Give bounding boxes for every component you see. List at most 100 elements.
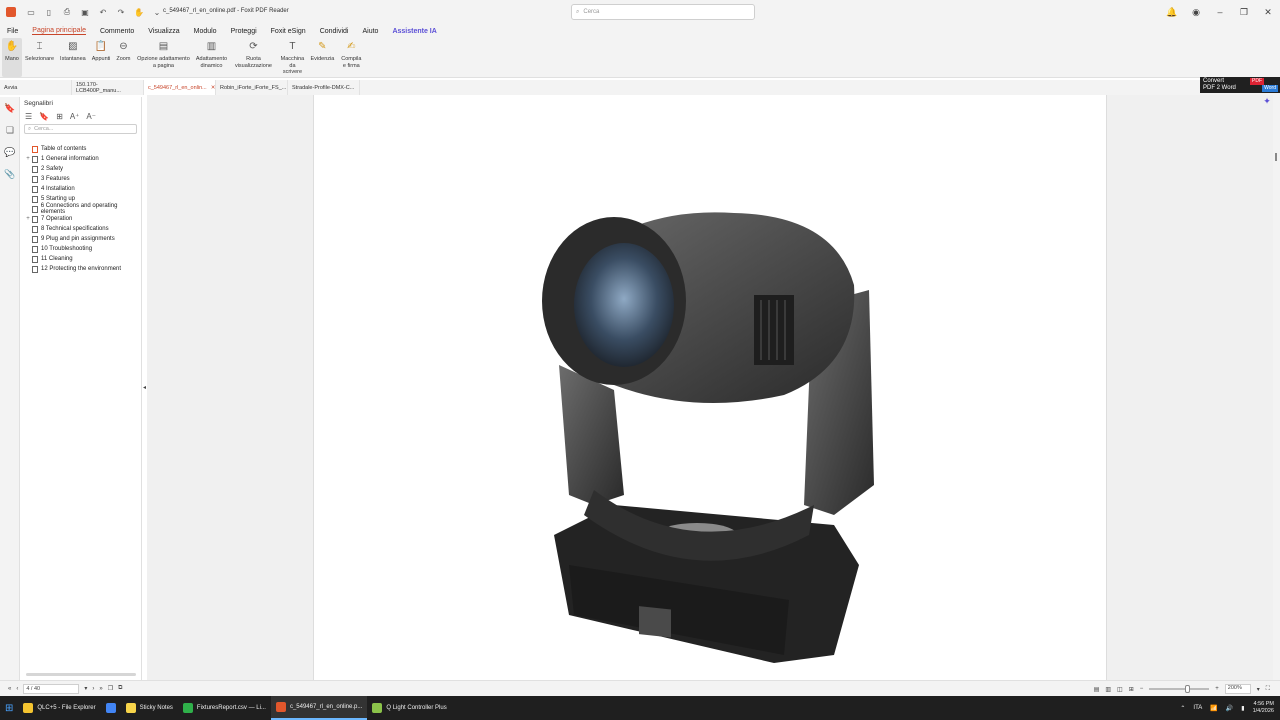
menu-help[interactable]: Aiuto [362, 28, 378, 35]
minimize-button[interactable]: – [1208, 7, 1232, 17]
wifi-icon[interactable]: 📶 [1210, 705, 1217, 712]
taskbar-app[interactable]: FixturesReport.csv — Li... [178, 696, 271, 720]
taskbar-app[interactable]: c_549467_rl_en_online.p... [270, 696, 368, 720]
bookmark-item[interactable]: 3 Features [24, 174, 141, 184]
clock[interactable]: 4:56 PM 1/4/2026 [1253, 701, 1274, 715]
two-page-icon[interactable]: ⧉ [118, 685, 122, 692]
menu-file[interactable]: File [7, 28, 18, 35]
menu-comment[interactable]: Commento [100, 28, 134, 35]
battery-icon[interactable]: ▮ [1241, 705, 1244, 712]
notifications-icon[interactable]: 🔔 [1160, 7, 1184, 18]
start-button[interactable]: ⊞ [0, 696, 18, 720]
tray-overflow-icon[interactable]: ⌃ [1180, 705, 1185, 712]
first-page-icon[interactable]: « [8, 686, 11, 692]
tab-document[interactable]: Stradale-Profile-DMX-C... [288, 80, 360, 95]
bookmark-search-input[interactable]: ⌕ Cerca... [24, 124, 137, 134]
taskbar-app[interactable]: Sticky Notes [121, 696, 178, 720]
taskbar-app[interactable] [101, 696, 121, 720]
horizontal-scrollbar[interactable] [26, 673, 136, 676]
bookmark-item[interactable]: Table of contents [24, 144, 141, 154]
hand-tool-dropdown-icon[interactable]: ✋ [134, 7, 144, 17]
redo-icon[interactable]: ↷ [116, 7, 126, 17]
menu-view[interactable]: Visualizza [148, 28, 179, 35]
next-page-icon[interactable]: › [92, 686, 94, 692]
select-button[interactable]: ⌶ Selezionare [22, 38, 57, 77]
bookmark-item[interactable]: 4 Installation [24, 184, 141, 194]
single-page-view-icon[interactable]: ▤ [1094, 686, 1100, 693]
zoom-slider-knob[interactable] [1184, 685, 1190, 693]
page-layout-icon[interactable]: ❐ [108, 685, 113, 692]
add-bookmark-icon[interactable]: 🔖 [39, 112, 49, 121]
facing-view-icon[interactable]: ◫ [1117, 686, 1123, 693]
tab-document-active[interactable]: c_549467_rl_en_onlin... ✕ [144, 80, 216, 95]
rotate-view-button[interactable]: ⟳ Ruota visualizzazione [229, 38, 277, 77]
collapse-panel-handle[interactable]: ◂ [143, 384, 146, 391]
pages-panel-icon[interactable]: ❏ [0, 119, 20, 141]
customize-dropdown-icon[interactable]: ⌄ [152, 7, 162, 17]
menu-esign[interactable]: Foxit eSign [271, 28, 306, 35]
account-icon[interactable]: ◉ [1184, 7, 1208, 18]
bookmark-item[interactable]: 9 Plug and pin assignments [24, 234, 141, 244]
increase-font-icon[interactable]: A⁺ [70, 112, 80, 121]
vertical-scrollbar[interactable] [1273, 95, 1280, 680]
menu-ai-assistant[interactable]: Assistente IA [392, 28, 436, 35]
close-tab-icon[interactable]: ✕ [211, 85, 216, 91]
convert-pdf-to-word-banner[interactable]: Convert PDF 2 Word PDF Word [1200, 77, 1280, 93]
zoom-dropdown-icon[interactable]: ▾ [1257, 686, 1260, 693]
decrease-font-icon[interactable]: A⁻ [86, 112, 96, 121]
zoom-slider[interactable] [1149, 685, 1210, 693]
ai-assistant-side-icon[interactable]: ✦ [1260, 96, 1274, 110]
tab-start[interactable]: Avvia [0, 80, 72, 95]
menu-protect[interactable]: Proteggi [231, 28, 257, 35]
bookmark-options-icon[interactable]: ☰ [25, 112, 32, 121]
zoom-level-input[interactable]: 200% [1224, 684, 1251, 694]
open-folder-icon[interactable]: ▭ [26, 7, 36, 17]
zoom-in-icon[interactable]: + [1215, 686, 1219, 692]
scroll-thumb[interactable] [1275, 153, 1277, 161]
fit-page-button[interactable]: ▤ Opzione adattamento a pagina [133, 38, 193, 77]
taskbar-app[interactable]: Q Light Controller Plus [367, 696, 451, 720]
taskbar-app[interactable]: QLC+5 - File Explorer [18, 696, 100, 720]
bookmark-item[interactable]: 11 Cleaning [24, 254, 141, 264]
print-icon[interactable]: ⎙ [62, 7, 72, 17]
page-number-input[interactable]: 4 / 40 [23, 683, 80, 694]
volume-icon[interactable]: 🔊 [1226, 705, 1233, 712]
zoom-out-icon[interactable]: − [1140, 686, 1144, 692]
bookmark-item[interactable]: +7 Operation [24, 214, 141, 224]
expand-bookmark-icon[interactable]: + [24, 156, 32, 162]
fullscreen-icon[interactable]: ⛶ [1266, 686, 1270, 693]
tab-document[interactable]: Robin_iForte_iForte_FS_... [216, 80, 288, 95]
menu-share[interactable]: Condividi [320, 28, 349, 35]
close-button[interactable]: ✕ [1256, 7, 1280, 18]
attachments-panel-icon[interactable]: 📎 [0, 163, 20, 185]
tab-document[interactable]: 150.170-LCB400P_manu... [72, 80, 144, 95]
bookmark-item[interactable]: +1 General information [24, 154, 141, 164]
prev-page-icon[interactable]: ‹ [16, 686, 18, 692]
expand-bookmark-icon[interactable]: + [24, 216, 32, 222]
bookmark-item[interactable]: 8 Technical specifications [24, 224, 141, 234]
bookmark-item[interactable]: 2 Safety [24, 164, 141, 174]
last-page-icon[interactable]: » [99, 686, 102, 692]
save-icon[interactable]: ▣ [80, 7, 90, 17]
language-indicator[interactable]: ITA [1193, 705, 1202, 711]
bookmark-item[interactable]: 10 Troubleshooting [24, 244, 141, 254]
hand-tool-button[interactable]: ✋ Mano [2, 38, 22, 77]
expand-bookmark-icon[interactable]: ⊞ [56, 112, 63, 121]
bookmark-item[interactable]: 12 Protecting the environment [24, 264, 141, 274]
bookmark-item[interactable]: 6 Connections and operating elements [24, 203, 141, 215]
clipboard-button[interactable]: 📋 Appunti [89, 38, 114, 77]
bookmark-panel-icon[interactable]: 🔖 [0, 97, 20, 119]
typewriter-button[interactable]: T Macchina da scrivere [277, 38, 307, 77]
document-view[interactable] [147, 95, 1273, 680]
continuous-view-icon[interactable]: ▥ [1105, 686, 1111, 693]
global-search-input[interactable]: ⌕ Cerca [571, 4, 755, 20]
continuous-facing-view-icon[interactable]: ⊞ [1129, 686, 1134, 693]
restore-button[interactable]: ❐ [1232, 7, 1256, 18]
comments-panel-icon[interactable]: 💬 [0, 141, 20, 163]
zoom-button[interactable]: ⊖ Zoom [113, 38, 133, 77]
undo-icon[interactable]: ↶ [98, 7, 108, 17]
new-file-icon[interactable]: ▯ [44, 7, 54, 17]
highlight-button[interactable]: ✎ Evidenzia [307, 38, 337, 77]
snapshot-button[interactable]: ▨ Istantanea [57, 38, 89, 77]
page-dropdown-icon[interactable]: ▾ [84, 685, 87, 692]
